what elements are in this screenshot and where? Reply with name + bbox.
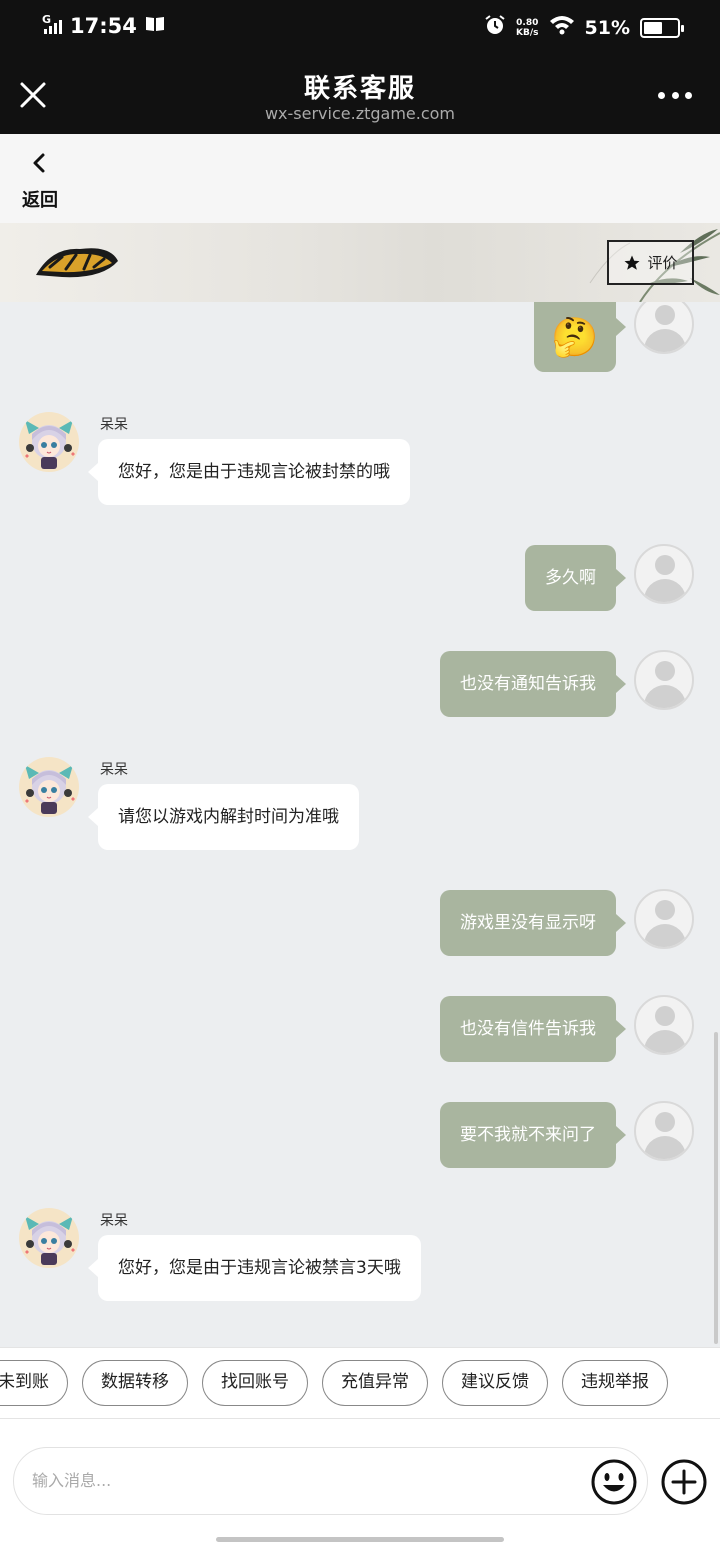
user-avatar[interactable] bbox=[634, 995, 694, 1055]
agent-message: 请您以游戏内解封时间为准哦 bbox=[88, 784, 359, 850]
clock: 17:54 bbox=[70, 14, 137, 38]
message-input[interactable]: 输入消息... bbox=[13, 1447, 648, 1515]
agent-message: 您好，您是由于违规言论被禁言3天哦 bbox=[88, 1235, 421, 1301]
user-message: 游戏里没有显示呀 bbox=[440, 890, 626, 956]
back-label[interactable]: 返回 bbox=[22, 186, 58, 212]
smiley-icon bbox=[591, 1459, 637, 1505]
more-actions-button[interactable] bbox=[660, 1458, 708, 1506]
user-message: 也没有信件告诉我 bbox=[440, 996, 626, 1062]
battery-icon bbox=[640, 17, 684, 38]
chat-scrollbar[interactable] bbox=[714, 1032, 718, 1344]
more-dot-icon bbox=[658, 92, 665, 99]
rate-label: 评价 bbox=[647, 254, 678, 272]
alarm-icon bbox=[484, 14, 506, 41]
quick-action-chip[interactable]: 建议反馈 bbox=[442, 1360, 548, 1406]
chevron-left-icon bbox=[33, 153, 45, 173]
back-bar: 返回 bbox=[0, 134, 720, 223]
user-message: 多久啊 bbox=[525, 545, 626, 611]
star-icon bbox=[624, 255, 640, 270]
more-dot-icon bbox=[685, 92, 692, 99]
battery-percent: 51% bbox=[584, 16, 630, 39]
battery-level bbox=[644, 21, 663, 34]
quick-action-chip[interactable]: 利未到账 bbox=[0, 1360, 68, 1406]
status-bar: G 17:54 0.80 KB/s 51% bbox=[0, 0, 720, 56]
page-url: wx-service.ztgame.com bbox=[264, 104, 456, 123]
agent-name: 呆呆 bbox=[100, 417, 128, 433]
user-avatar[interactable] bbox=[634, 544, 694, 604]
book-icon bbox=[145, 14, 165, 38]
signal-icon: G bbox=[42, 13, 62, 34]
quick-action-chip[interactable]: 充值异常 bbox=[322, 1360, 428, 1406]
user-avatar[interactable] bbox=[634, 650, 694, 710]
agent-face-icon bbox=[25, 1216, 75, 1265]
agent-face-icon bbox=[25, 765, 75, 814]
agent-name: 呆呆 bbox=[100, 1213, 128, 1229]
agent-message: 您好，您是由于违规言论被封禁的哦 bbox=[88, 439, 410, 505]
net-speed: 0.80 KB/s bbox=[516, 17, 539, 38]
chat-area[interactable]: 🤔 呆呆 您好，您是由于违规言论被封禁的哦 多久啊 也没有通知告诉我 呆呆 请您… bbox=[0, 302, 720, 1347]
emoji-button[interactable] bbox=[590, 1458, 638, 1506]
thinking-face-icon: 🤔 bbox=[551, 314, 599, 359]
rate-button[interactable]: 评价 bbox=[607, 240, 694, 285]
agent-name: 呆呆 bbox=[100, 762, 128, 778]
quick-action-chip[interactable]: 找回账号 bbox=[202, 1360, 308, 1406]
game-logo bbox=[32, 239, 122, 283]
quick-action-chip[interactable]: 违规举报 bbox=[562, 1360, 668, 1406]
page-title: 联系客服 bbox=[303, 74, 416, 104]
back-button[interactable] bbox=[28, 152, 50, 174]
home-indicator[interactable] bbox=[216, 1537, 504, 1542]
user-avatar[interactable] bbox=[634, 302, 694, 354]
user-message: 也没有通知告诉我 bbox=[440, 651, 626, 717]
user-avatar[interactable] bbox=[634, 889, 694, 949]
title-bar: 联系客服 wx-service.ztgame.com bbox=[0, 56, 720, 134]
user-message: 要不我就不来问了 bbox=[440, 1102, 626, 1168]
plus-circle-icon bbox=[661, 1459, 707, 1505]
user-avatar[interactable] bbox=[634, 1101, 694, 1161]
input-bar: 输入消息... bbox=[0, 1419, 720, 1544]
agent-avatar[interactable] bbox=[19, 412, 79, 472]
quick-action-chip[interactable]: 数据转移 bbox=[82, 1360, 188, 1406]
user-emoji-message: 🤔 bbox=[534, 302, 626, 372]
game-banner: 评价 bbox=[0, 223, 720, 302]
wifi-icon bbox=[549, 15, 575, 40]
agent-avatar[interactable] bbox=[19, 1208, 79, 1268]
more-options-button[interactable] bbox=[658, 92, 692, 100]
quick-actions-bar[interactable]: 利未到账 数据转移 找回账号 充值异常 建议反馈 违规举报 bbox=[0, 1347, 720, 1419]
network-type: G bbox=[42, 12, 52, 26]
agent-avatar[interactable] bbox=[19, 757, 79, 817]
more-dot-icon bbox=[671, 92, 679, 99]
agent-face-icon bbox=[25, 420, 75, 469]
